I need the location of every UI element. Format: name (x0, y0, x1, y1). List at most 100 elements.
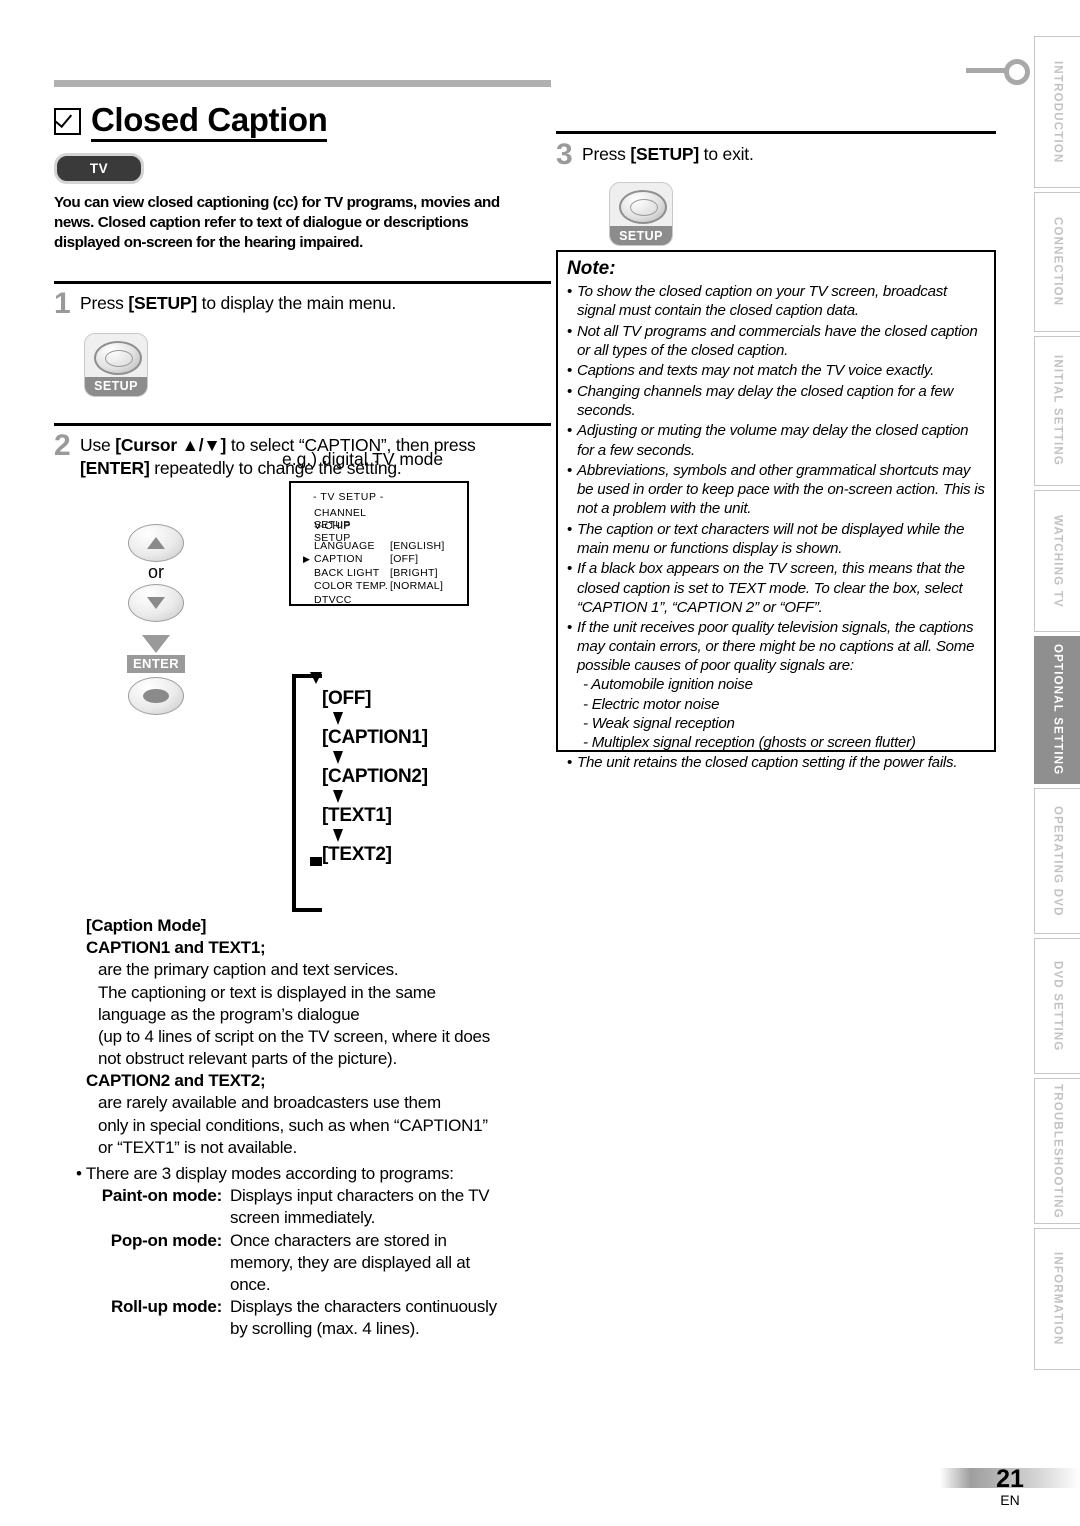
tab-label: INITIAL SETTING (1051, 355, 1064, 467)
menu-row-caption-selected[interactable]: ▶ CAPTION [OFF] (303, 553, 467, 567)
tab-label: CONNECTION (1051, 217, 1064, 307)
tab-label: TROUBLESHOOTING (1051, 1083, 1064, 1219)
cycle-return-cap (310, 857, 322, 866)
status-badge: TV (54, 153, 144, 184)
tab-information[interactable]: INFORMATION (1034, 1228, 1080, 1370)
cycle-item: [TEXT1] (322, 805, 392, 826)
step2-cursor-key: [Cursor ▲/▼] (115, 434, 227, 455)
note-item: • Changing channels may delay the closed … (567, 382, 985, 420)
note-sub-item: - Automobile ignition noise (583, 676, 753, 694)
enter-oval-icon (143, 688, 169, 703)
menu-row[interactable]: BACK LIGHT [BRIGHT] (303, 566, 467, 580)
note-title: Note: (567, 258, 616, 279)
menu-row[interactable]: DTVCC (303, 593, 467, 607)
note-item: • To show the closed caption on your TV s… (567, 282, 985, 320)
menu-item-label: COLOR TEMP. (314, 580, 389, 593)
step1-text-before: Press (80, 292, 129, 313)
bullet-icon: • (567, 422, 573, 440)
note-item: • Abbreviations, symbols and other gramma… (567, 461, 985, 518)
arrow-down-icon (333, 790, 343, 803)
menu-item-label: LANGUAGE (314, 539, 375, 552)
tab-pointer-ornament (966, 59, 1036, 85)
caption-group2-line: are rarely available and broadcasters us… (98, 1093, 441, 1113)
checked-box-icon (54, 108, 81, 135)
tab-label: OPERATING DVD (1051, 805, 1064, 917)
note-sub-item: - Weak signal reception (583, 714, 735, 732)
caption-group1-line: are the primary caption and text service… (98, 960, 399, 980)
note-list: • To show the closed caption on your TV s… (567, 282, 985, 772)
enter-button-graphic (128, 676, 184, 715)
cycle-item: [CAPTION1] (322, 727, 428, 748)
tab-operating-dvd[interactable]: OPERATING DVD (1034, 788, 1080, 934)
note-sub-item: - Electric motor noise (583, 695, 720, 713)
triangle-up-icon (147, 537, 165, 549)
intro-text: You can view closed captioning (cc) for … (54, 194, 500, 252)
note-item: • If a black box appears on the TV screen… (567, 559, 985, 616)
display-mode-desc: Once characters are stored in (230, 1230, 447, 1250)
tab-troubleshooting[interactable]: TROUBLESHOOTING (1034, 1078, 1080, 1224)
menu-row[interactable]: COLOR TEMP. [NORMAL] (303, 580, 467, 594)
arrow-down-icon (333, 712, 343, 725)
display-mode-name: Paint-on mode: (101, 1186, 222, 1206)
note-item-text: Adjusting or muting the volume may delay… (577, 422, 969, 459)
left-column: Closed Caption TV You can view closed ca… (54, 80, 554, 480)
step1-text-after: to display the main menu. (197, 292, 397, 313)
arrow-down-icon (333, 751, 343, 764)
display-mode-desc: Displays the characters continuously (230, 1297, 497, 1317)
step-text: Press [SETUP] to display the main menu. (80, 292, 396, 315)
bullet-icon: • (567, 462, 573, 480)
note-item-text: The unit retains the closed caption sett… (577, 754, 958, 772)
step2-enter-key: [ENTER] (80, 457, 150, 478)
tab-label: INTRODUCTION (1051, 60, 1064, 164)
tab-watching-tv[interactable]: WATCHING TV (1034, 490, 1080, 632)
cycle-item: [TEXT2] (322, 844, 392, 865)
step2-rule (54, 422, 551, 426)
setup-button-graphic-2: SETUP (609, 182, 673, 246)
bullet-icon: • (567, 754, 573, 772)
menu-rows: CHANNEL SETUP V-CHIP SETUP LANGUAGE [ENG… (291, 507, 467, 607)
tab-initial-setting[interactable]: INITIAL SETTING (1034, 336, 1080, 486)
step-number: 1 (54, 286, 71, 320)
setup-button-graphic-1: SETUP (84, 332, 148, 397)
caption-group2-title: CAPTION2 and TEXT2; (86, 1071, 266, 1091)
setup-oval-icon (619, 190, 667, 224)
tab-dvd-setting[interactable]: DVD SETTING (1034, 938, 1080, 1074)
note-item-text: If the unit receives poor quality televi… (577, 619, 975, 675)
display-mode-desc-cont: once. (230, 1274, 271, 1294)
note-item: • The caption or text characters will not… (567, 520, 985, 558)
menu-row[interactable]: V-CHIP SETUP (303, 520, 467, 544)
cycle-entry-arrow-icon (310, 672, 322, 684)
menu-item-value: [OFF] (390, 553, 419, 566)
menu-item-value: [BRIGHT] (390, 566, 438, 579)
caption-group1-line: language as the program’s dialogue (98, 1004, 360, 1024)
cursor-down-button-graphic (128, 583, 184, 622)
tab-connection[interactable]: CONNECTION (1034, 192, 1080, 332)
page-title: Closed Caption (91, 103, 328, 142)
example-label: e.g.) digital TV mode (282, 449, 444, 469)
cursor-arrow-icon: ▶ (303, 553, 310, 564)
caption-group2-line: only in special conditions, such as when… (98, 1115, 488, 1135)
triangle-down-icon (147, 596, 165, 609)
bullet-icon: • (567, 322, 573, 340)
display-mode-desc: Displays input characters on the TV (230, 1186, 490, 1206)
cursor-up-button-graphic (128, 524, 184, 562)
step-3: 3 Press [SETUP] to exit. (556, 140, 996, 170)
display-mode-name: Roll-up mode: (110, 1297, 222, 1317)
step-1: 1 Press [SETUP] to display the main menu… (54, 286, 554, 320)
step1-key: [SETUP] (128, 292, 198, 313)
tab-introduction[interactable]: INTRODUCTION (1034, 36, 1080, 188)
step2-line1-a: Use (80, 434, 116, 455)
bullet-icon: • (567, 619, 573, 637)
note-item: • The unit retains the closed caption set… (567, 753, 985, 772)
caption-cycle-diagram: [OFF] [CAPTION1] [CAPTION2] [TEXT1] [TEX… (292, 672, 492, 912)
step3-text-before: Press (582, 144, 631, 164)
right-column: 3 Press [SETUP] to exit. SETUP (556, 131, 996, 246)
step1-rule (54, 280, 551, 284)
note-item-text: Changing channels may delay the closed c… (577, 382, 954, 419)
caption-group1-line: (up to 4 lines of script on the TV scree… (98, 1026, 491, 1046)
page-title-row: Closed Caption (54, 103, 554, 142)
menu-row[interactable]: LANGUAGE [ENGLISH] (303, 539, 467, 553)
menu-item-label: DTVCC (314, 593, 352, 606)
tab-optional-setting[interactable]: OPTIONAL SETTING (1034, 636, 1080, 784)
note-item: • Not all TV programs and commercials hav… (567, 322, 985, 360)
